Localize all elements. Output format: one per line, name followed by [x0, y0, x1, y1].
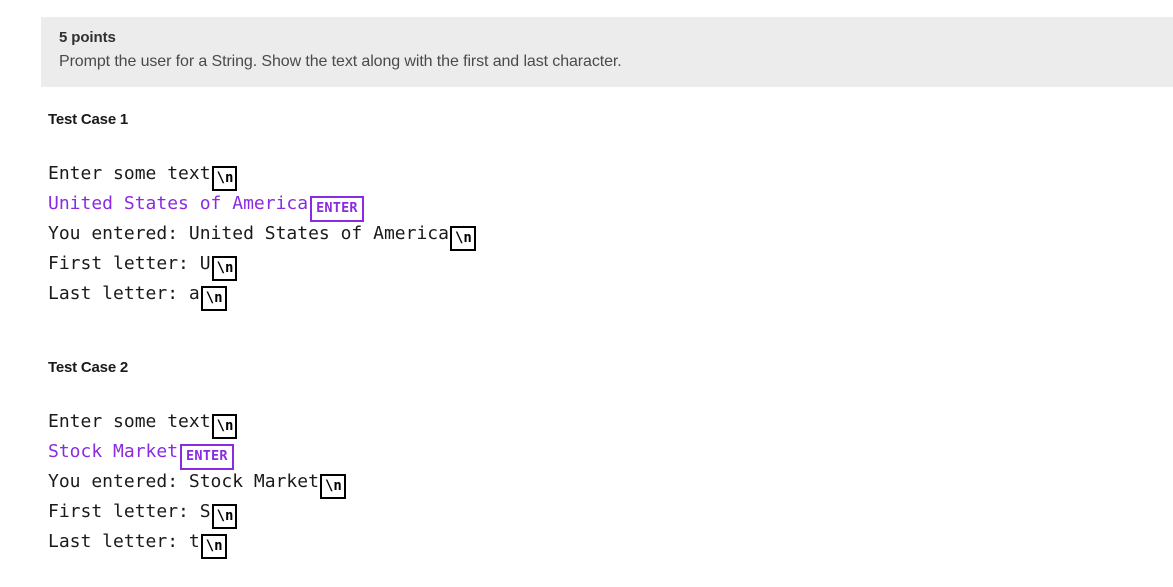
console-line-text: Last letter: t: [48, 531, 200, 552]
console-output-line: First letter: S \n: [48, 497, 346, 529]
newline-badge-icon: \n: [200, 534, 227, 559]
newline-badge-icon: \n: [200, 286, 227, 311]
console-output-line: You entered: Stock Market \n: [48, 467, 346, 499]
console-line-text: Stock Market: [48, 441, 179, 462]
console-output-line: Enter some text \n: [48, 407, 346, 439]
console-output-1: Enter some text \n United States of Americ…: [48, 159, 476, 311]
console-line-text: Last letter: a: [48, 283, 200, 304]
console-line-text: Enter some text: [48, 411, 211, 432]
console-input-line: Stock Market ENTER: [48, 437, 346, 470]
newline-badge-icon: \n: [319, 474, 346, 499]
test-case-title: Test Case 2: [48, 359, 129, 376]
console-output-line: Last letter: a \n: [48, 279, 476, 311]
console-line-text: You entered: United States of America: [48, 223, 449, 244]
console-output-line: Last letter: t \n: [48, 527, 346, 559]
console-output-line: Enter some text \n: [48, 159, 476, 191]
newline-badge-icon: \n: [449, 226, 476, 251]
enter-key-badge-icon: ENTER: [310, 196, 364, 222]
console-output-line: First letter: U \n: [48, 249, 476, 281]
enter-key-badge-icon: ENTER: [180, 444, 234, 470]
console-line-text: Enter some text: [48, 163, 211, 184]
test-case-title: Test Case 1: [48, 111, 129, 128]
console-line-text: United States of America: [48, 193, 309, 214]
assignment-prompt-banner: 5 points Prompt the user for a String. S…: [41, 17, 1173, 87]
points-label: 5 points: [59, 29, 116, 46]
console-output-2: Enter some text \n Stock Market ENTER You en…: [48, 407, 346, 559]
console-output-line: You entered: United States of America \n: [48, 219, 476, 251]
console-line-text: First letter: U: [48, 253, 211, 274]
test-case-block-1: Test Case 1 Enter some text \n United Stat…: [48, 110, 476, 311]
newline-badge-icon: \n: [211, 256, 238, 281]
assignment-description: Prompt the user for a String. Show the t…: [59, 53, 622, 70]
console-input-line: United States of America ENTER: [48, 189, 476, 222]
console-line-text: You entered: Stock Market: [48, 471, 319, 492]
test-case-block-2: Test Case 2 Enter some text \n Stock Marke…: [48, 358, 346, 559]
console-line-text: First letter: S: [48, 501, 211, 522]
newline-badge-icon: \n: [211, 414, 238, 439]
newline-badge-icon: \n: [211, 166, 238, 191]
newline-badge-icon: \n: [211, 504, 238, 529]
